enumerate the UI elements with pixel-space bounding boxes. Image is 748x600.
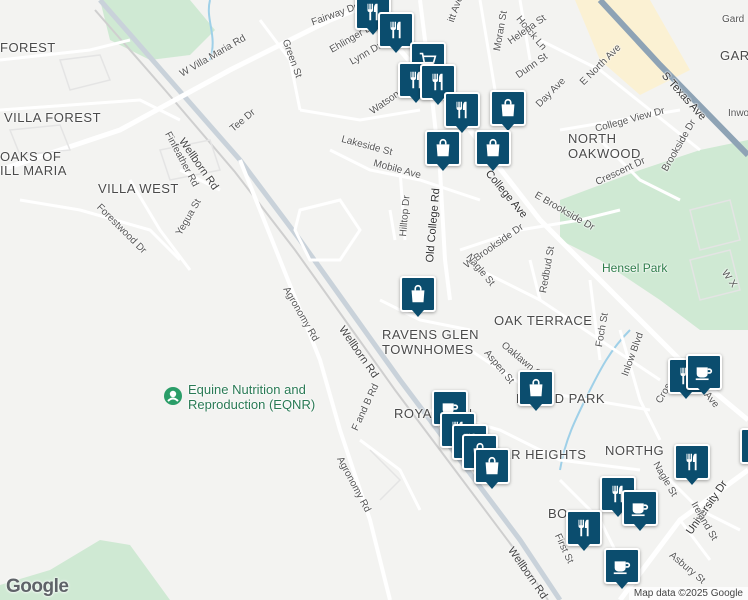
- shopping-pin-2[interactable]: [425, 130, 461, 171]
- park-area-hensel: [560, 140, 748, 330]
- place-marker-icon[interactable]: [162, 385, 184, 407]
- area-label-bo: BO: [548, 506, 568, 521]
- restaurant-icon: [456, 101, 467, 119]
- restaurant-pin-10[interactable]: [566, 510, 602, 551]
- restaurant-icon: [686, 453, 697, 471]
- park-area-north: [100, 0, 215, 60]
- cafe-pin-2[interactable]: [674, 444, 710, 485]
- cafe-pin-4[interactable]: [622, 490, 658, 531]
- shopping-bag-icon: [501, 98, 515, 117]
- shopping-bag-icon: [529, 378, 543, 397]
- restaurant-pin-5[interactable]: [444, 92, 480, 133]
- cafe-icon: [613, 561, 631, 575]
- shopping-bag-icon: [486, 138, 500, 157]
- area-label-villa-west: VILLA WEST: [98, 181, 179, 196]
- restaurant-pin-9[interactable]: [740, 428, 748, 464]
- shopping-pin-6[interactable]: [474, 448, 510, 489]
- park-label-hensel-park[interactable]: Hensel Park: [602, 261, 667, 275]
- shopping-pin-3[interactable]: [475, 130, 511, 171]
- shopping-pin-7[interactable]: [518, 370, 554, 411]
- restaurant-pin-8[interactable]: [686, 354, 722, 395]
- cafe-icon: [695, 367, 713, 381]
- shopping-pin-1[interactable]: [490, 90, 526, 131]
- area-label-oak-terrace: OAK TERRACE: [494, 313, 593, 328]
- area-label-forest: FOREST: [0, 40, 56, 55]
- area-label-villa-forest: VILLA FOREST: [4, 110, 102, 125]
- area-label-oaks-of-villa-maria: OAKS OF ILL MARIA: [0, 149, 67, 178]
- area-label-ravens-glen: RAVENS GLEN TOWNHOMES: [382, 327, 480, 357]
- shopping-bag-icon: [485, 456, 499, 475]
- area-label-north-oakwood: NORTH OAKWOOD: [568, 131, 641, 161]
- area-label-northgate: NORTHG: [605, 443, 665, 458]
- google-logo: Google: [6, 576, 69, 597]
- shopping-pin-4[interactable]: [400, 276, 436, 317]
- restaurant-icon: [578, 519, 589, 537]
- poi-label-eqnr[interactable]: Equine Nutrition and Reproduction (EQNR): [188, 382, 315, 412]
- shopping-bag-icon: [436, 138, 450, 157]
- road-label-inwo: Inwo: [728, 108, 748, 119]
- restaurant-icon: [432, 73, 443, 91]
- map-canvas[interactable]: FOREST VILLA FOREST OAKS OF ILL MARIA VI…: [0, 0, 748, 600]
- cafe-icon: [631, 503, 649, 517]
- map-attribution[interactable]: Map data ©2025 Google: [628, 587, 748, 600]
- area-label-heights: ER HEIGHTS: [502, 447, 587, 462]
- restaurant-pin-2[interactable]: [378, 12, 414, 53]
- cafe-pin-5[interactable]: [604, 548, 640, 589]
- restaurant-icon: [390, 21, 401, 39]
- rail-line: [94, 9, 549, 600]
- agronomy-road: [238, 159, 392, 600]
- area-label-gar: GAR: [720, 48, 748, 63]
- shopping-bag-icon: [411, 284, 425, 303]
- road-label-gard: Gard: [722, 14, 745, 25]
